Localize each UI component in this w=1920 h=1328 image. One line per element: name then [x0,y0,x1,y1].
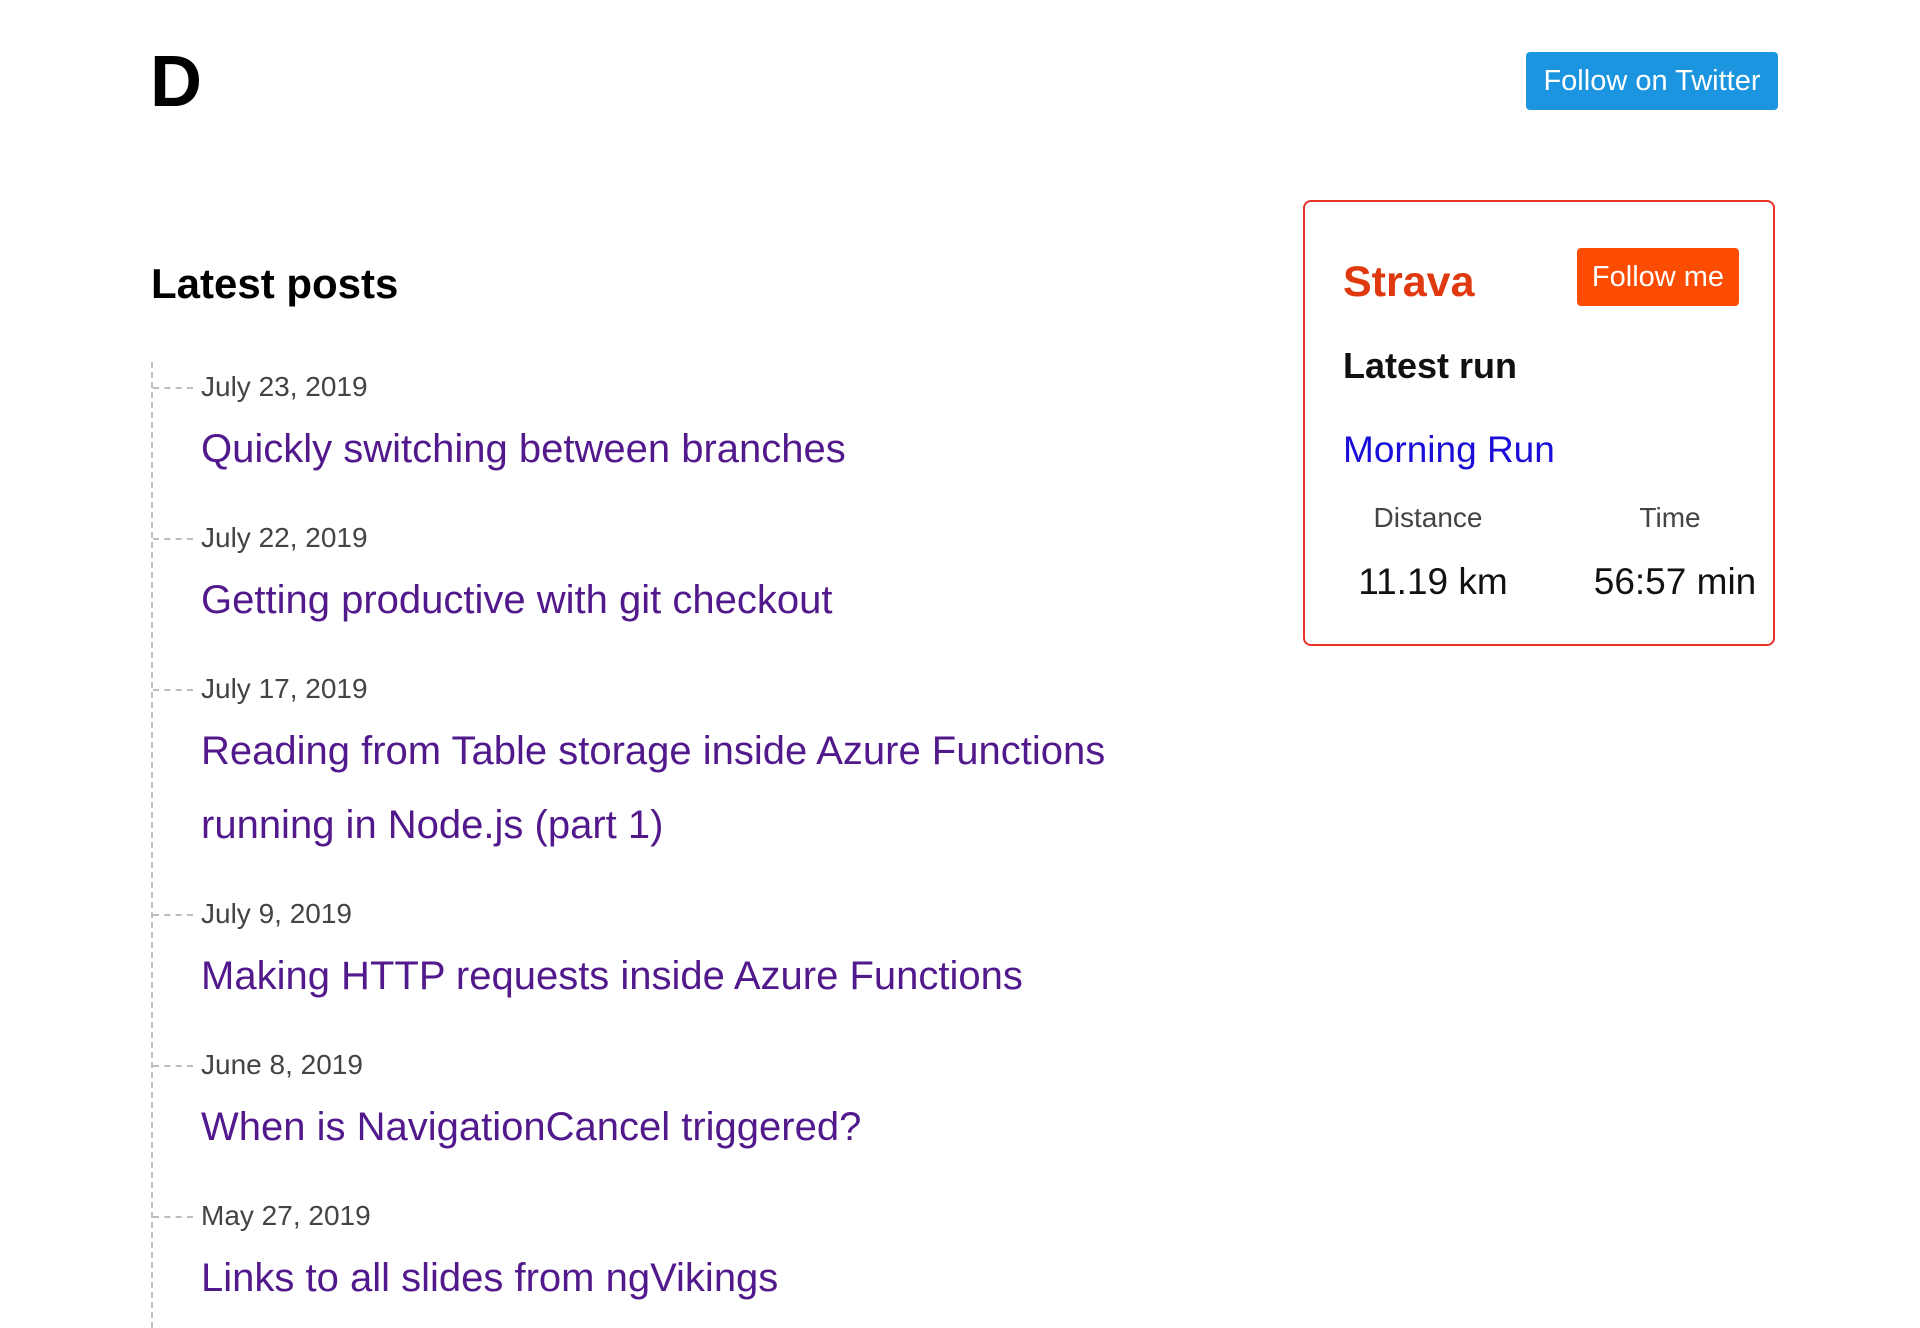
post-title-link[interactable]: Quickly switching between branches [201,412,1151,486]
distance-label: Distance [1373,502,1483,533]
latest-posts-heading: Latest posts [151,260,399,307]
post-title-link[interactable]: Making HTTP requests inside Azure Functi… [201,939,1151,1013]
post-title-link[interactable]: Reading from Table storage inside Azure … [201,714,1151,862]
post-timeline: July 23, 2019 Quickly switching between … [151,362,1153,1328]
post-item: July 22, 2019 Getting productive with gi… [153,513,1153,637]
strava-follow-button[interactable]: Follow me [1577,248,1739,306]
post-item: June 8, 2019 When is NavigationCancel tr… [153,1040,1153,1164]
post-date: July 9, 2019 [153,889,1153,939]
post-item: May 27, 2019 Links to all slides from ng… [153,1191,1153,1315]
post-date: July 22, 2019 [153,513,1153,563]
post-title-link[interactable]: Links to all slides from ngVikings [201,1241,1151,1315]
post-item: July 23, 2019 Quickly switching between … [153,362,1153,486]
post-date: July 17, 2019 [153,664,1153,714]
strava-title: Strava [1343,258,1475,306]
time-label: Time [1639,502,1701,533]
post-item: July 9, 2019 Making HTTP requests inside… [153,889,1153,1013]
distance-value: 11.19 km [1358,561,1508,602]
run-name-link[interactable]: Morning Run [1343,424,1555,476]
page: D Follow on Twitter Latest posts July 23… [0,0,1920,1328]
time-value: 56:57 min [1593,561,1757,602]
post-date: June 8, 2019 [153,1040,1153,1090]
site-logo[interactable]: D [150,38,202,126]
strava-widget: Strava Follow me Latest run Morning Run … [1303,200,1775,646]
post-date: May 27, 2019 [153,1191,1153,1241]
follow-on-twitter-button[interactable]: Follow on Twitter [1526,52,1778,110]
post-title-link[interactable]: Getting productive with git checkout [201,563,1151,637]
latest-run-heading: Latest run [1343,345,1518,386]
post-item: July 17, 2019 Reading from Table storage… [153,664,1153,862]
post-date: July 23, 2019 [153,362,1153,412]
post-title-link[interactable]: When is NavigationCancel triggered? [201,1090,1151,1164]
